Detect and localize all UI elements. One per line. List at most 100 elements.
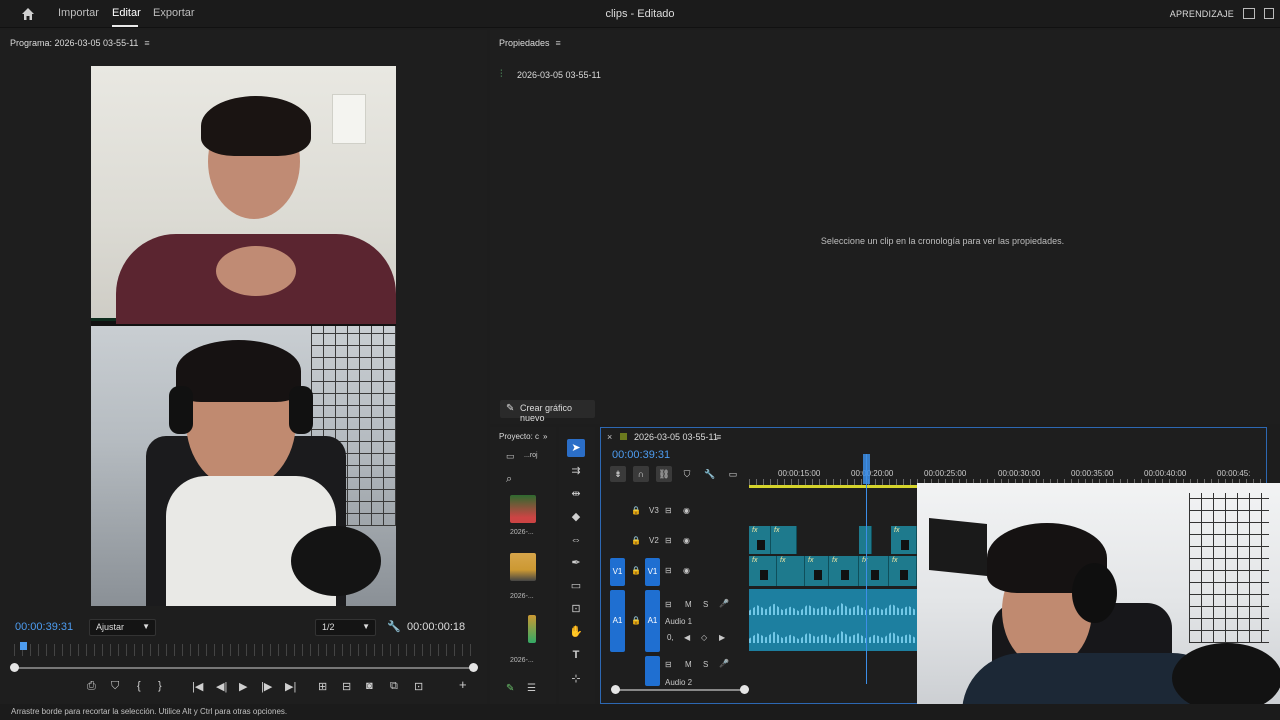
- fullscreen-icon[interactable]: [1264, 8, 1274, 19]
- camera-icon[interactable]: ◙: [366, 680, 373, 692]
- lock-icon[interactable]: 🔒: [631, 536, 641, 545]
- go-to-out-icon[interactable]: ▶|: [285, 680, 296, 693]
- sync-lock-icon[interactable]: ⊟: [665, 506, 672, 515]
- lock-icon[interactable]: 🔒: [631, 566, 641, 575]
- pencil-icon[interactable]: ✎: [506, 683, 514, 694]
- project-thumb[interactable]: [528, 615, 536, 643]
- video-clip[interactable]: fx: [891, 526, 917, 554]
- transform-icon[interactable]: ⊡: [567, 600, 585, 618]
- wrench-icon[interactable]: 🔧: [387, 620, 401, 633]
- source-a1-tag[interactable]: A1: [610, 590, 625, 652]
- source-v1-tag[interactable]: V1: [610, 558, 625, 586]
- sync-lock-icon[interactable]: ⊟: [665, 660, 672, 669]
- mute-button[interactable]: M: [685, 660, 692, 669]
- timeline-sequence-name[interactable]: 2026-03-05 03-55-11: [634, 432, 718, 442]
- sync-lock-icon[interactable]: ⊟: [665, 566, 672, 575]
- track-a2-tag[interactable]: [645, 656, 660, 686]
- ripple-edit-icon[interactable]: ⇹: [567, 485, 585, 503]
- timeline-current-time[interactable]: 00:00:39:31: [612, 449, 670, 461]
- video-clip[interactable]: fx: [829, 556, 859, 586]
- mute-button[interactable]: M: [685, 600, 692, 609]
- menu-icon[interactable]: ≡: [556, 38, 561, 48]
- snap-icon[interactable]: ∩: [633, 466, 649, 482]
- timeline-zoom-bar[interactable]: [615, 689, 745, 691]
- microphone-icon[interactable]: 🎤: [719, 659, 729, 668]
- overwrite-icon[interactable]: ⊟: [342, 680, 351, 693]
- mark-in-icon[interactable]: {: [137, 680, 141, 692]
- program-playhead[interactable]: [20, 642, 27, 650]
- eye-icon[interactable]: ◉: [683, 506, 690, 515]
- rectangle-icon[interactable]: ▭: [567, 577, 585, 595]
- comparison-icon[interactable]: ⧉: [390, 680, 398, 693]
- sync-lock-icon[interactable]: ⊟: [665, 600, 672, 609]
- chevron-double-icon[interactable]: »: [543, 432, 547, 441]
- hand-icon[interactable]: ✋: [567, 623, 585, 641]
- track-v1-label[interactable]: V1: [645, 558, 660, 586]
- pen-icon[interactable]: ✒: [567, 554, 585, 572]
- selection-tool-icon[interactable]: ➤: [567, 439, 585, 457]
- track-v3-label[interactable]: V3: [649, 506, 659, 515]
- search-icon[interactable]: ⌕: [506, 473, 512, 486]
- track-select-icon[interactable]: ⇉: [567, 462, 585, 480]
- safe-margins-icon[interactable]: ⊡: [414, 680, 423, 693]
- list-view-icon[interactable]: ☰: [527, 683, 536, 694]
- keyframe-next-icon[interactable]: ▶: [719, 633, 725, 642]
- solo-button[interactable]: S: [703, 660, 708, 669]
- zoom-handle-left[interactable]: [611, 685, 620, 694]
- lift-icon[interactable]: ⎙: [87, 680, 96, 693]
- video-clip[interactable]: fx: [777, 556, 805, 586]
- zoom-handle-left[interactable]: [10, 663, 19, 672]
- lock-icon[interactable]: 🔒: [631, 616, 641, 625]
- project-title-text[interactable]: Proyecto: c: [499, 432, 539, 441]
- marker-icon[interactable]: ⛉: [111, 680, 119, 693]
- lock-icon[interactable]: 🔒: [631, 506, 641, 515]
- project-thumb[interactable]: [510, 553, 536, 581]
- close-icon[interactable]: ×: [607, 432, 612, 442]
- type-tool-icon[interactable]: T: [567, 646, 585, 664]
- program-ruler[interactable]: [14, 644, 476, 656]
- microphone-icon[interactable]: 🎤: [719, 599, 729, 608]
- step-back-icon[interactable]: ◀|: [216, 680, 227, 693]
- add-marker-icon[interactable]: ⛉: [679, 466, 695, 482]
- solo-button[interactable]: S: [703, 600, 708, 609]
- video-clip[interactable]: fx: [749, 556, 777, 586]
- captions-icon[interactable]: ⊹: [567, 670, 585, 688]
- quality-select[interactable]: 1/2 ▼: [315, 619, 376, 636]
- program-current-time[interactable]: 00:00:39:31: [15, 621, 73, 633]
- track-v2-label[interactable]: V2: [649, 536, 659, 545]
- linked-selection-icon[interactable]: ⛓: [656, 466, 672, 482]
- program-zoom-bar[interactable]: [15, 667, 475, 669]
- learn-button[interactable]: APRENDIZAJE: [1170, 9, 1234, 19]
- volume-value[interactable]: 0,: [667, 633, 674, 642]
- menu-icon[interactable]: ≡: [144, 38, 149, 48]
- work-area-bar[interactable]: [749, 485, 919, 488]
- mark-out-icon[interactable]: }: [158, 680, 162, 692]
- go-to-in-icon[interactable]: |◀: [192, 680, 203, 693]
- settings-wrench-icon[interactable]: 🔧: [702, 466, 718, 482]
- menu-icon[interactable]: ≡: [716, 432, 721, 442]
- insert-nest-icon[interactable]: ⇟: [610, 466, 626, 482]
- keyframe-add-icon[interactable]: ◇: [701, 633, 707, 642]
- fit-select[interactable]: Ajustar ▼: [89, 619, 156, 636]
- video-clip[interactable]: fx: [889, 556, 917, 586]
- zoom-handle-right[interactable]: [469, 663, 478, 672]
- razor-icon[interactable]: ◆: [567, 508, 585, 526]
- zoom-handle-right[interactable]: [740, 685, 749, 694]
- track-a1-label[interactable]: A1: [645, 590, 660, 652]
- video-clip[interactable]: fx: [749, 526, 771, 554]
- new-graphic-button[interactable]: ✎ Crear gráfico nuevo: [500, 400, 595, 423]
- slip-icon[interactable]: ⇔: [567, 531, 585, 549]
- insert-icon[interactable]: ⊞: [318, 680, 327, 693]
- add-button-icon[interactable]: +: [459, 677, 467, 692]
- program-video[interactable]: [91, 66, 396, 606]
- play-icon[interactable]: ▶: [239, 680, 247, 693]
- audio-clip[interactable]: [749, 589, 917, 651]
- step-forward-icon[interactable]: |▶: [261, 680, 272, 693]
- project-folder[interactable]: ...roj: [524, 452, 538, 459]
- keyframe-prev-icon[interactable]: ◀: [684, 633, 690, 642]
- workspace-icon[interactable]: [1243, 8, 1255, 19]
- video-clip[interactable]: fx: [771, 526, 797, 554]
- eye-icon[interactable]: ◉: [683, 536, 690, 545]
- eye-icon[interactable]: ◉: [683, 566, 690, 575]
- sync-lock-icon[interactable]: ⊟: [665, 536, 672, 545]
